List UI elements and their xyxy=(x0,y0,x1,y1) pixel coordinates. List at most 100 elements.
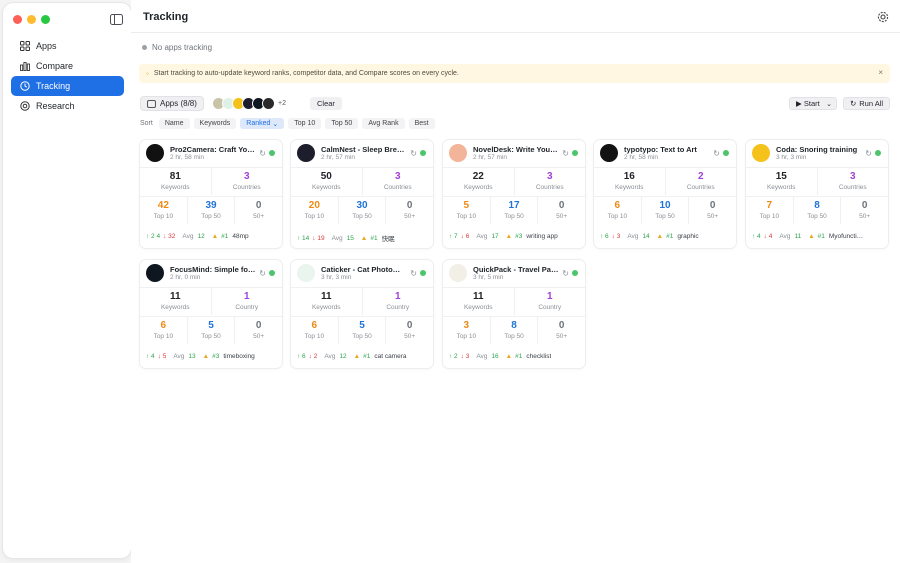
rank-up-count: ↑ 2 xyxy=(449,353,458,360)
refresh-icon[interactable]: ↻ xyxy=(865,149,872,158)
app-card[interactable]: Pro2Camera: Craft Yo… 2 hr, 58 min ↻ 81 Keyw… xyxy=(140,140,282,248)
top10-stat: 20 Top 10 xyxy=(291,197,339,224)
plus50-count: 0 xyxy=(558,320,565,331)
app-card[interactable]: CalmNest - Sleep Bre… 2 hr, 57 min ↻ 50 Keyw… xyxy=(291,140,433,248)
rank-up-count: ↑ 14 xyxy=(297,234,310,242)
sidebar-item-compare[interactable]: Compare xyxy=(11,56,124,76)
close-icon[interactable]: × xyxy=(878,68,883,77)
top50-count: 30 xyxy=(356,200,368,211)
plus50-label: 50+ xyxy=(253,213,265,220)
sort-option-label: Ranked xyxy=(246,120,271,127)
zoom-window-button[interactable] xyxy=(41,15,50,24)
last-updated: 3 hr, 5 min xyxy=(473,274,504,281)
window-controls xyxy=(13,15,50,24)
rank-up-count: ↑ 2 4 xyxy=(146,233,161,240)
sort-option-avg-rank[interactable]: Avg Rank xyxy=(362,118,405,129)
banner-text: Start tracking to auto-update keyword ra… xyxy=(153,70,459,77)
top50-stat: 10 Top 50 xyxy=(642,197,690,224)
rank-up-count: ↑ 6 xyxy=(600,233,609,240)
minimize-window-button[interactable] xyxy=(27,15,36,24)
refresh-icon[interactable]: ↻ xyxy=(562,149,569,158)
refresh-icon[interactable]: ↻ xyxy=(259,149,266,158)
selected-apps-stack[interactable]: +2 xyxy=(212,96,286,111)
refresh-icon[interactable]: ↻ xyxy=(562,269,569,278)
top50-stat: 39 Top 50 xyxy=(188,197,236,224)
best-rank: #1 xyxy=(370,234,378,242)
app-card[interactable]: Caticker - Cat Photo… 3 hr, 3 min ↻ 11 Keywo… xyxy=(291,260,433,368)
close-window-button[interactable] xyxy=(13,15,22,24)
top10-count: 7 xyxy=(766,200,773,211)
trophy-icon: ▲ xyxy=(353,353,361,360)
keywords-count: 16 xyxy=(623,171,635,182)
plus50-count: 0 xyxy=(558,200,565,211)
refresh-icon[interactable]: ↻ xyxy=(713,149,720,158)
rank-row: 6 Top 10 5 Top 50 0 50+ xyxy=(291,316,433,344)
top10-stat: 7 Top 10 xyxy=(746,197,794,224)
keywords-count: 50 xyxy=(320,171,332,182)
top10-count: 42 xyxy=(157,200,169,211)
plus50-count: 0 xyxy=(255,200,262,211)
chevron-down-icon[interactable]: ⌄ xyxy=(826,100,832,108)
refresh-icon[interactable]: ↻ xyxy=(410,149,417,158)
app-card[interactable]: FocusMind: Simple fo… 2 hr, 0 min ↻ 11 Keywo… xyxy=(140,260,282,368)
sidebar-item-research[interactable]: Research xyxy=(11,96,124,116)
app-card[interactable]: Coda: Snoring training 3 hr, 3 min ↻ 15 Keyw… xyxy=(746,140,888,248)
top50-label: Top 50 xyxy=(655,213,675,220)
movement-row: ↑ 2 4 ↓ 32 Avg 12 ▲ #1 48mp xyxy=(146,233,278,240)
keywords-stat: 11 Keywords xyxy=(443,288,515,315)
keywords-label: Keywords xyxy=(463,304,493,311)
app-card[interactable]: NovelDesk: Write You… 2 hr, 57 min ↻ 22 Keyw… xyxy=(443,140,585,248)
sort-option-keywords[interactable]: Keywords xyxy=(193,118,237,129)
movement-row: ↑ 6 ↓ 3 Avg 14 ▲ #1 graphic xyxy=(600,233,732,240)
top10-label: Top 10 xyxy=(607,213,628,220)
top50-stat: 5 Top 50 xyxy=(339,317,387,344)
sidebar-item-apps[interactable]: Apps xyxy=(11,36,124,56)
sort-option-top50[interactable]: Top 50 xyxy=(325,118,359,129)
trophy-icon: ▲ xyxy=(808,233,815,240)
sidebar-item-tracking[interactable]: Tracking xyxy=(11,76,124,96)
plus50-count: 0 xyxy=(406,200,413,211)
refresh-icon[interactable]: ↻ xyxy=(410,269,417,278)
bar-chart-icon xyxy=(19,61,30,72)
sidebar-item-label: Research xyxy=(36,101,75,111)
countries-label: Country xyxy=(538,304,562,311)
top10-label: Top 10 xyxy=(153,213,174,220)
avg-rank-value: 17 xyxy=(491,233,499,240)
app-card[interactable]: typotypo: Text to Art 2 hr, 58 min ↻ 16 Keyw… xyxy=(594,140,736,248)
trophy-icon: ▲ xyxy=(202,353,210,360)
sort-option-ranked[interactable]: Ranked ⌄ xyxy=(240,118,285,129)
app-card[interactable]: QuickPack - Travel Pa… 3 hr, 5 min ↻ 11 Keyw… xyxy=(443,260,585,368)
best-rank: #3 xyxy=(212,353,220,360)
lightbulb-icon: ◦ xyxy=(146,69,149,78)
sort-option-best[interactable]: Best xyxy=(408,118,435,129)
clear-button[interactable]: Clear xyxy=(310,97,342,110)
summary-row: 11 Keywords 1 Country xyxy=(443,287,585,315)
sort-option-name[interactable]: Name xyxy=(158,118,190,129)
top50-label: Top 50 xyxy=(352,213,372,220)
top50-stat: 5 Top 50 xyxy=(188,317,236,344)
best-rank: #1 xyxy=(666,233,674,240)
rank-up-count: ↑ 4 xyxy=(752,233,761,240)
sidebar-toggle-icon[interactable] xyxy=(110,14,123,25)
status-dot-icon xyxy=(572,150,578,156)
plus50-stat: 0 50+ xyxy=(235,317,282,344)
sort-option-top10[interactable]: Top 10 xyxy=(288,118,322,129)
refresh-icon: ↻ xyxy=(849,99,857,108)
run-all-button[interactable]: ↻ Run All xyxy=(843,97,890,110)
best-keyword: 48mp xyxy=(232,233,249,240)
top10-stat: 6 Top 10 xyxy=(291,317,339,344)
plus50-label: 50+ xyxy=(404,213,416,220)
best-keyword: Myofuncti… xyxy=(828,233,864,240)
plus50-label: 50+ xyxy=(707,213,719,220)
best-keyword: graphic xyxy=(677,233,699,240)
keywords-stat: 22 Keywords xyxy=(443,168,515,195)
top10-stat: 5 Top 10 xyxy=(443,197,491,224)
avg-label: Avg xyxy=(331,234,343,242)
refresh-icon[interactable]: ↻ xyxy=(259,269,266,278)
keywords-count: 11 xyxy=(320,291,332,302)
plus50-stat: 0 50+ xyxy=(235,197,282,224)
gear-icon[interactable] xyxy=(877,11,889,23)
keywords-count: 11 xyxy=(472,291,484,302)
apps-filter-button[interactable]: Apps (8/8) xyxy=(140,96,204,111)
start-button[interactable]: ▶ Start ⌄ xyxy=(789,97,837,110)
